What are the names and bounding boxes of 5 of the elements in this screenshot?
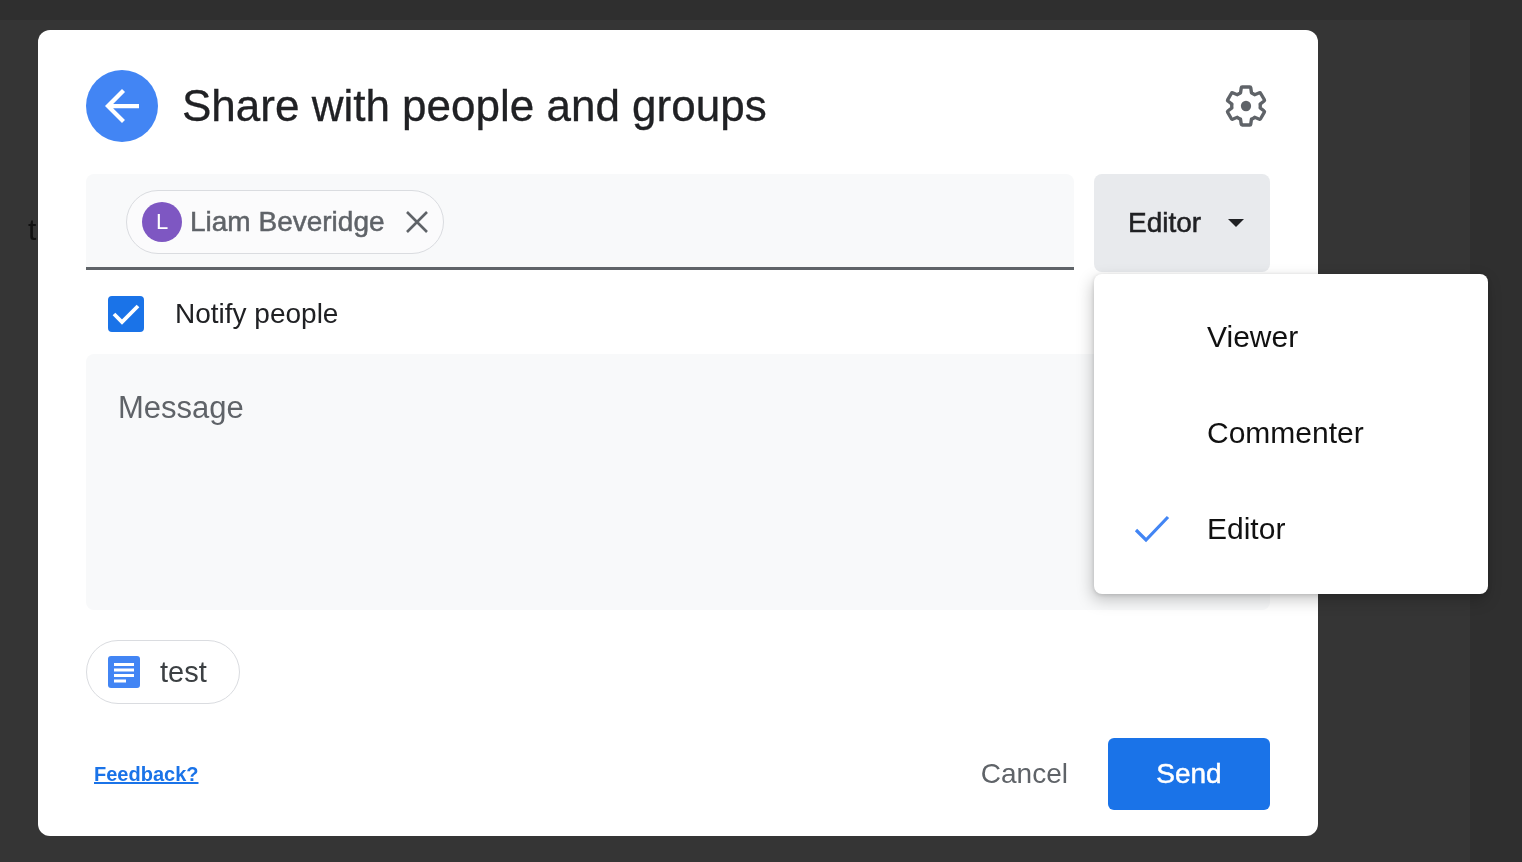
checkbox-label: Notify people: [175, 298, 339, 330]
person-name: Liam Beveridge: [190, 206, 385, 238]
dialog-title: Share with people and groups: [182, 80, 768, 132]
file-name: test: [160, 655, 207, 689]
avatar: L: [142, 202, 182, 242]
